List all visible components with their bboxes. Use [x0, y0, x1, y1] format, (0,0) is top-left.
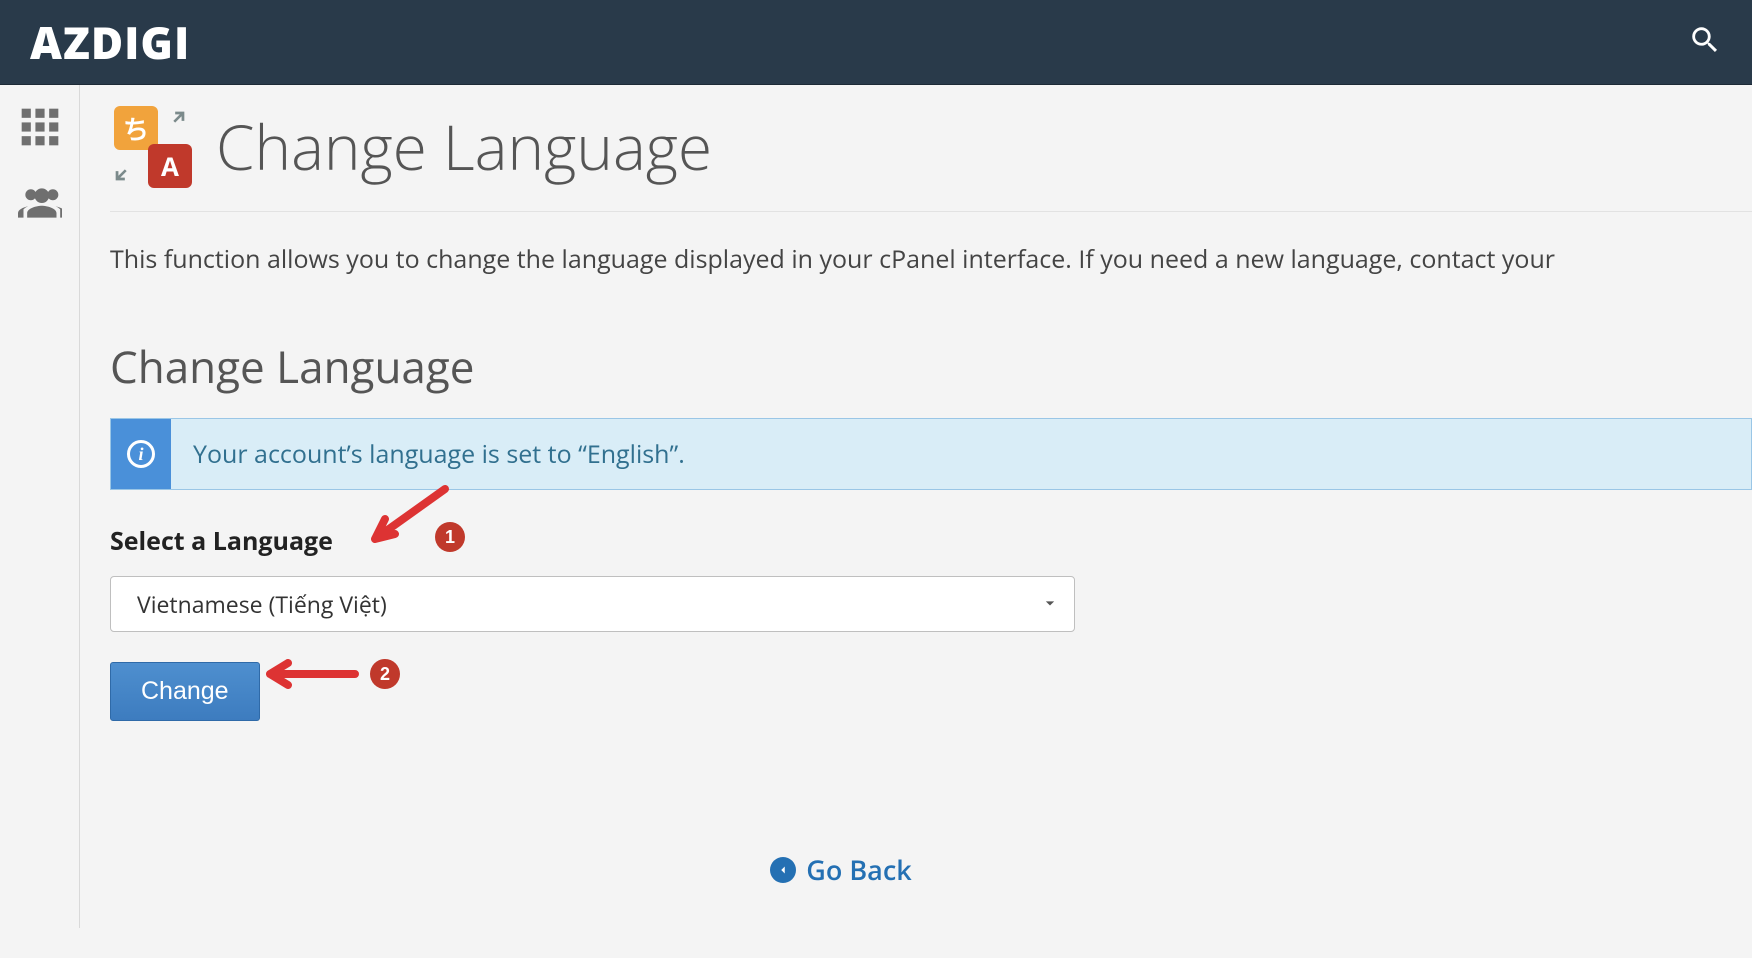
brand-logo[interactable]: AZDIGI — [30, 12, 190, 72]
change-language-icon: ち A — [110, 106, 192, 188]
users-icon[interactable] — [16, 179, 64, 227]
left-sidebar — [0, 85, 80, 928]
arrow-left-circle-icon — [770, 857, 796, 883]
language-form: Select a Language Vietnamese (Tiếng Việt… — [110, 524, 1752, 721]
annotation-arrow-2 — [260, 659, 360, 694]
language-select[interactable]: Vietnamese (Tiếng Việt) — [110, 576, 1075, 632]
intro-text: This function allows you to change the l… — [110, 212, 1752, 336]
main-content: ち A Change Language This function allows… — [80, 85, 1752, 928]
go-back-link[interactable]: Go Back — [770, 851, 911, 888]
page-title-row: ち A Change Language — [110, 105, 1752, 212]
top-bar: AZDIGI — [0, 0, 1752, 85]
select-language-label: Select a Language — [110, 524, 1752, 558]
page-title: Change Language — [216, 105, 712, 189]
go-back-label: Go Back — [806, 851, 911, 888]
annotation-badge-2: 2 — [370, 659, 400, 689]
info-banner: i Your account’s language is set to “Eng… — [110, 418, 1752, 490]
search-icon[interactable] — [1688, 23, 1722, 62]
chevron-down-icon — [1040, 588, 1060, 620]
info-banner-text: Your account’s language is set to “Engli… — [171, 419, 707, 489]
info-icon: i — [111, 419, 171, 489]
section-heading: Change Language — [110, 336, 1752, 396]
change-button[interactable]: Change — [110, 662, 260, 721]
apps-grid-icon[interactable] — [16, 103, 64, 151]
language-select-value: Vietnamese (Tiếng Việt) — [137, 588, 1040, 620]
